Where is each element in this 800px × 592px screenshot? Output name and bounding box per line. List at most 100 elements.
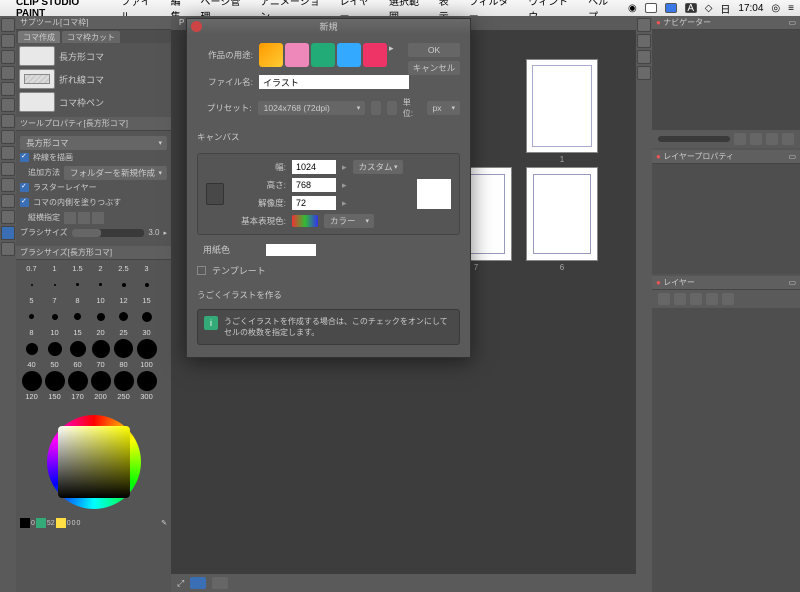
brush-dot[interactable] [89,305,112,328]
layer-btn[interactable] [690,293,702,305]
brush-dot[interactable] [43,273,66,296]
layer-btn[interactable] [674,293,686,305]
brush-dot[interactable] [89,273,112,296]
nav-btn-3[interactable] [766,133,778,145]
nav-zoom-slider[interactable] [658,136,730,142]
brush-dot[interactable] [43,305,66,328]
tool-pen[interactable] [1,98,15,112]
usage-illust-icon[interactable] [259,43,283,67]
brush-dot[interactable] [89,369,112,392]
layer-list[interactable] [652,308,800,592]
usage-book-icon[interactable] [311,43,335,67]
panel-menu-icon[interactable]: ▭ [788,278,796,287]
tool-eraser[interactable] [1,146,15,160]
chk-drawframe[interactable] [20,153,29,162]
subtool-tab-create[interactable]: コマ作成 [18,31,60,43]
brush-dot[interactable] [89,337,112,360]
brush-dot[interactable] [135,305,158,328]
layer-btn[interactable] [658,293,670,305]
nav-btn-4[interactable] [782,133,794,145]
input-mode-icon[interactable]: A [685,3,697,13]
addmethod-drop[interactable]: フォルダーを新規作成 [64,166,167,180]
brush-dot[interactable] [20,337,43,360]
status-icon[interactable]: ◉ [628,3,637,14]
brush-dot[interactable] [20,305,43,328]
paper-color-swatch[interactable] [266,244,316,256]
sw2[interactable] [56,518,66,528]
layer-btn[interactable] [706,293,718,305]
brush-dot[interactable] [66,369,89,392]
brush-dot[interactable] [20,273,43,296]
brush-dot[interactable] [112,337,135,360]
res-field[interactable] [292,196,336,210]
subtool-framepen[interactable]: コマ枠ペン [19,92,168,112]
menu-extras-icon[interactable]: ≡ [788,3,794,14]
view-mode-1[interactable] [190,577,206,589]
color-wheel[interactable] [47,415,141,509]
subtool-polyline[interactable]: 折れ線コマ [19,69,168,89]
expand-icon[interactable]: ⤢ [177,578,184,589]
fg-swatch[interactable] [20,518,30,528]
res-arrow[interactable]: ▸ [342,198,347,209]
chk-raster[interactable] [20,183,29,192]
nav-btn-1[interactable] [734,133,746,145]
rtool-3[interactable] [637,50,651,64]
view-mode-2[interactable] [212,577,228,589]
eyedropper-icon[interactable]: ✎ [161,519,167,527]
rtool-4[interactable] [637,66,651,80]
width-field[interactable] [292,160,336,174]
preset-save-icon[interactable] [371,101,381,115]
width-arrow[interactable]: ▸ [342,162,347,173]
brush-dot[interactable] [66,305,89,328]
dialog-titlebar[interactable]: 新規 [187,19,470,35]
panel-menu-icon[interactable]: ▭ [788,18,796,27]
nav-btn-2[interactable] [750,133,762,145]
aspect-btn-1[interactable] [64,212,76,224]
layer-btn[interactable] [722,293,734,305]
spotlight-icon[interactable]: ◎ [771,3,780,14]
rtool-2[interactable] [637,34,651,48]
wifi-icon[interactable]: ◇ [705,3,713,14]
tool-air[interactable] [1,130,15,144]
page-thumb-1[interactable]: 1 [527,60,597,152]
tool-move[interactable] [1,34,15,48]
tool-text[interactable] [1,194,15,208]
chk-fillinside[interactable] [20,198,29,207]
tool-fill[interactable] [1,162,15,176]
ok-button[interactable]: OK [408,43,460,57]
aspect-btn-2[interactable] [78,212,90,224]
preset-del-icon[interactable] [387,101,397,115]
brush-dot[interactable] [135,273,158,296]
brush-dot[interactable] [66,273,89,296]
toolprop-preset[interactable]: 長方形コマ [20,136,167,150]
orientation-toggle[interactable] [206,183,224,205]
brush-dot[interactable] [135,369,158,392]
usage-anim-icon[interactable] [363,43,387,67]
unit-dropdown[interactable]: px [427,101,460,115]
tool-balloon[interactable] [1,210,15,224]
brush-dot[interactable] [66,337,89,360]
page-thumb-3[interactable]: 6 [527,168,597,260]
tool-grad[interactable] [1,178,15,192]
preset-dropdown[interactable]: 1024x768 (72dpi) [258,101,366,115]
tool-zoom[interactable] [1,18,15,32]
subtool-tab-cut[interactable]: コマ枠カット [62,31,120,43]
tool-brush[interactable] [1,114,15,128]
usage-comic-icon[interactable] [285,43,309,67]
brush-dot[interactable] [112,369,135,392]
brush-dot[interactable] [43,337,66,360]
height-arrow[interactable]: ▸ [342,180,347,191]
app-icon-1[interactable] [665,3,677,13]
sw1[interactable] [36,518,46,528]
tool-ruler[interactable] [1,242,15,256]
rtool-1[interactable] [637,18,651,32]
navigator-preview[interactable] [652,30,800,130]
usage-more-icon[interactable]: ▸ [389,43,394,67]
brush-dot[interactable] [43,369,66,392]
basecolor-dropdown[interactable]: カラー [324,214,374,228]
brushsize-slider[interactable] [72,229,145,237]
usage-print-icon[interactable] [337,43,361,67]
tool-wand[interactable] [1,82,15,96]
height-field[interactable] [292,178,336,192]
subtool-rect[interactable]: 長方形コマ [19,46,168,66]
